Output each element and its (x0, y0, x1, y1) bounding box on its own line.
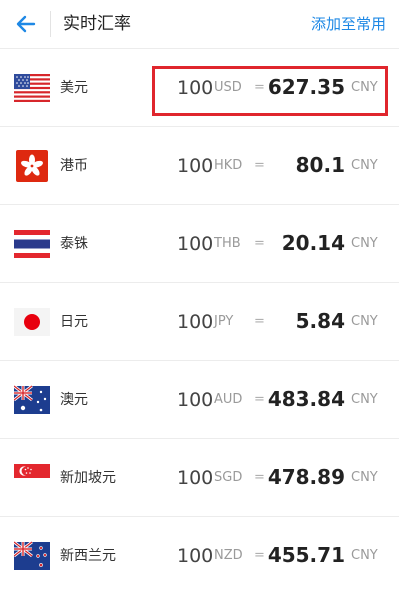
rate-row-nzd[interactable]: 新西兰元 100 NZD = 455.71 CNY (0, 517, 399, 595)
base-amount: 100 (177, 311, 214, 333)
equals-sign: = (254, 470, 265, 485)
back-button[interactable] (14, 12, 38, 36)
target-currency-code: CNY (351, 236, 378, 251)
hk-flag-icon (14, 148, 50, 184)
base-amount: 100 (177, 467, 214, 489)
add-to-favorites-button[interactable]: 添加至常用 (311, 12, 386, 36)
equals-sign: = (254, 236, 265, 251)
base-amount: 100 (177, 545, 214, 567)
currency-code: JPY (214, 314, 234, 329)
currency-code: HKD (214, 158, 243, 173)
target-currency-code: CNY (351, 80, 378, 95)
equals-sign: = (254, 314, 265, 329)
base-amount: 100 (177, 155, 214, 177)
rate-row-aud[interactable]: 澳元 100 AUD = 483.84 CNY (0, 361, 399, 439)
equals-sign: = (254, 158, 265, 173)
th-flag-icon (14, 226, 50, 262)
equals-sign: = (254, 392, 265, 407)
currency-name: 泰铢 (60, 236, 88, 252)
equals-sign: = (254, 80, 265, 95)
base-amount: 100 (177, 233, 214, 255)
rate-value: 627.35 (267, 75, 345, 99)
currency-name: 美元 (60, 80, 88, 96)
currency-name: 新加坡元 (60, 470, 116, 486)
base-amount: 100 (177, 77, 214, 99)
rate-row-jpy[interactable]: 日元 100 JPY = 5.84 CNY (0, 283, 399, 361)
currency-code: AUD (214, 392, 243, 407)
currency-code: THB (214, 236, 241, 251)
currency-name: 澳元 (60, 392, 88, 408)
header-divider (50, 11, 51, 37)
currency-code: NZD (214, 548, 243, 563)
rate-value: 455.71 (267, 543, 345, 567)
currency-code: USD (214, 80, 242, 95)
rate-value: 478.89 (267, 465, 345, 489)
rate-value: 5.84 (295, 309, 345, 333)
nz-flag-icon (14, 538, 50, 574)
au-flag-icon (14, 382, 50, 418)
rate-row-sgd[interactable]: 新加坡元 100 SGD = 478.89 CNY (0, 439, 399, 517)
target-currency-code: CNY (351, 314, 378, 329)
page-title: 实时汇率 (63, 14, 131, 34)
us-flag-icon (14, 70, 50, 106)
currency-name: 新西兰元 (60, 548, 116, 564)
currency-name: 港币 (60, 158, 88, 174)
target-currency-code: CNY (351, 548, 378, 563)
jp-flag-icon (14, 304, 50, 340)
target-currency-code: CNY (351, 470, 378, 485)
app-header: 实时汇率 添加至常用 (0, 0, 399, 48)
target-currency-code: CNY (351, 158, 378, 173)
arrow-left-icon (16, 15, 36, 33)
target-currency-code: CNY (351, 392, 378, 407)
currency-name: 日元 (60, 314, 88, 330)
sg-flag-icon (14, 460, 50, 496)
rate-row-thb[interactable]: 泰铢 100 THB = 20.14 CNY (0, 205, 399, 283)
rate-row-usd[interactable]: 美元 100 USD = 627.35 CNY (0, 49, 399, 127)
rate-value: 80.1 (295, 153, 345, 177)
rate-value: 483.84 (267, 387, 345, 411)
exchange-rate-list: 美元 100 USD = 627.35 CNY 港币 100 HKD = 80.… (0, 49, 399, 595)
rate-value: 20.14 (281, 231, 345, 255)
equals-sign: = (254, 548, 265, 563)
rate-row-hkd[interactable]: 港币 100 HKD = 80.1 CNY (0, 127, 399, 205)
base-amount: 100 (177, 389, 214, 411)
currency-code: SGD (214, 470, 243, 485)
